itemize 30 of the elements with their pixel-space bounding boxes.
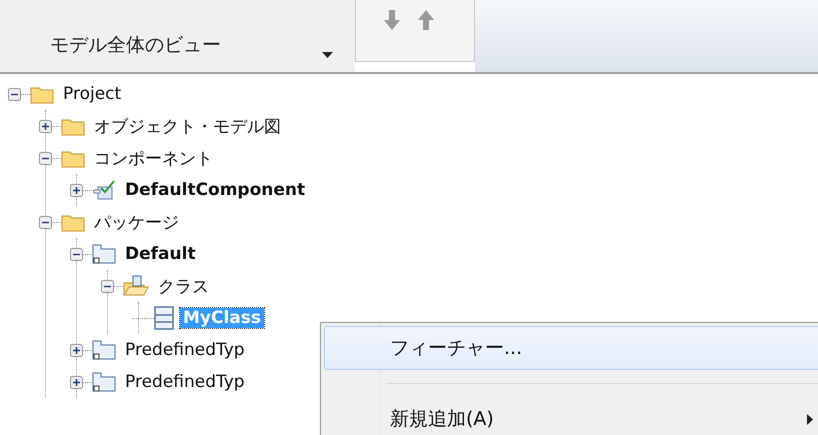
tree-item[interactable]: DefaultComponent <box>122 180 308 200</box>
collapse-toggle[interactable] <box>8 88 21 100</box>
collapse-toggle[interactable] <box>39 152 52 164</box>
tree-item[interactable]: コンポーネント <box>91 146 216 170</box>
component-icon <box>92 179 116 201</box>
expand-toggle[interactable] <box>70 376 83 388</box>
up-arrow-icon[interactable] <box>418 10 434 30</box>
class-icon <box>154 306 174 330</box>
open-folder-icon <box>123 275 149 297</box>
tree-item[interactable]: パッケージ <box>91 210 182 234</box>
collapse-toggle[interactable] <box>39 216 52 228</box>
expand-toggle[interactable] <box>70 184 83 196</box>
collapse-toggle[interactable] <box>101 280 114 292</box>
expand-toggle[interactable] <box>70 344 83 356</box>
package-icon <box>92 243 116 265</box>
tree-item[interactable]: Project <box>60 84 124 104</box>
collapse-toggle[interactable] <box>70 248 83 260</box>
tree-item[interactable]: オブジェクト・モデル図 <box>91 114 284 138</box>
package-icon <box>92 371 116 393</box>
package-icon <box>92 339 116 361</box>
tree-item[interactable]: Default <box>122 244 199 264</box>
tree-item[interactable]: PredefinedTyp <box>122 340 248 360</box>
caret-icon <box>322 52 333 58</box>
menu-item[interactable]: 新規追加(A) <box>324 397 818 435</box>
expand-toggle[interactable] <box>39 120 52 132</box>
view-dropdown[interactable]: モデル全体のビュー <box>0 0 355 72</box>
menu-item[interactable]: フィーチャー... <box>324 326 818 370</box>
tree-item[interactable]: クラス <box>155 274 212 298</box>
tree-item[interactable]: PredefinedTyp <box>122 372 248 392</box>
down-arrow-icon[interactable] <box>384 10 400 30</box>
